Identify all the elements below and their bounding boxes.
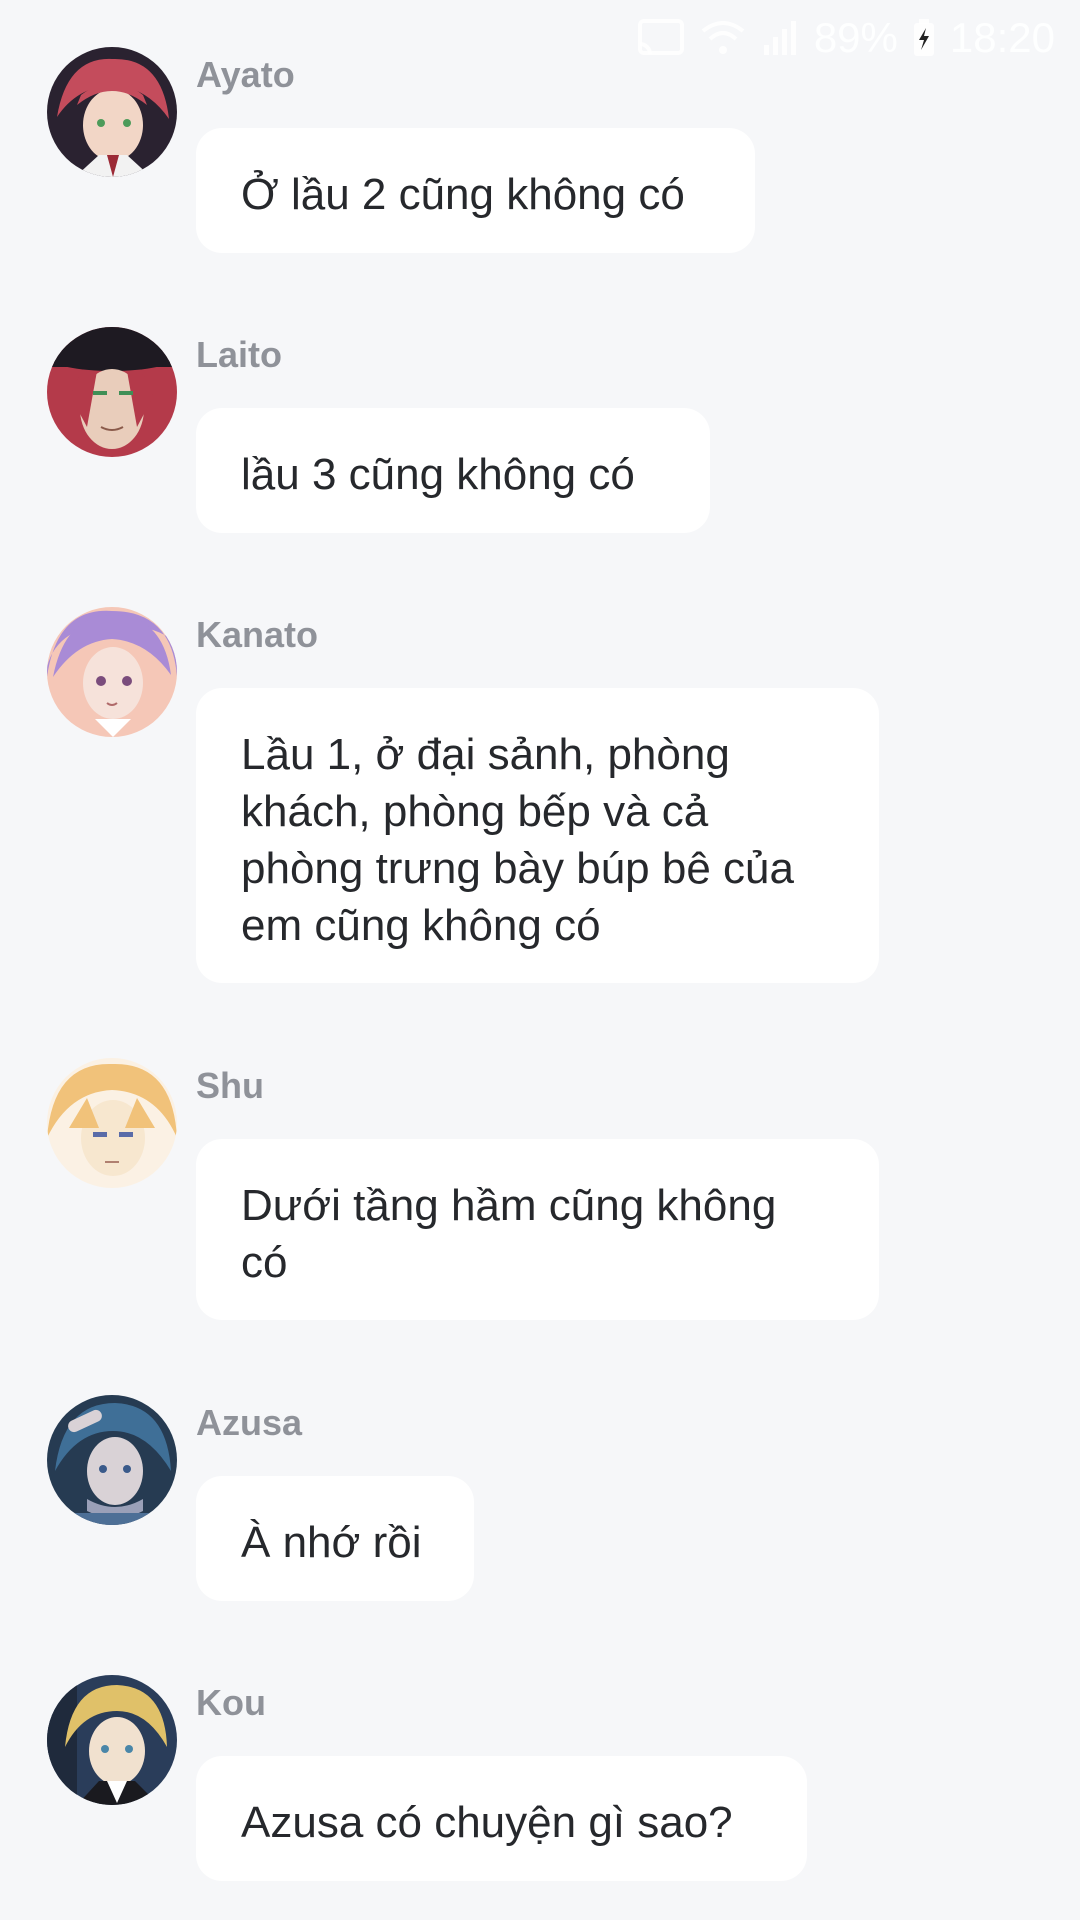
sender-name: Azusa xyxy=(196,1402,303,1443)
message-bubble[interactable]: Dưới tầng hầm cũng không có xyxy=(196,1139,879,1320)
avatar-image xyxy=(47,1058,177,1188)
cast-icon xyxy=(636,18,686,58)
message-bubble[interactable]: Lầu 1, ở đại sảnh, phòng khách, phòng bế… xyxy=(196,688,879,983)
avatar[interactable] xyxy=(47,1058,177,1188)
avatar-image xyxy=(47,47,177,177)
sender-name: Ayato xyxy=(196,54,295,95)
sender-name: Kanato xyxy=(196,614,319,655)
avatar[interactable] xyxy=(47,47,177,177)
status-bar: 89% 18:20 xyxy=(636,0,1080,76)
wifi-icon xyxy=(700,19,746,57)
avatar[interactable] xyxy=(47,327,177,457)
avatar[interactable] xyxy=(47,607,177,737)
sender-name: Kou xyxy=(196,1682,266,1723)
message-bubble[interactable]: lầu 3 cũng không có xyxy=(196,408,710,533)
avatar[interactable] xyxy=(47,1675,177,1805)
avatar[interactable] xyxy=(47,1395,177,1525)
clock: 18:20 xyxy=(949,14,1055,61)
sender-name: Laito xyxy=(196,334,282,375)
avatar-image xyxy=(47,607,177,737)
avatar-image xyxy=(47,1395,177,1525)
avatar-image xyxy=(47,1675,177,1805)
message-bubble[interactable]: Azusa có chuyện gì sao? xyxy=(196,1756,807,1881)
signal-icon xyxy=(760,19,800,57)
battery-icon xyxy=(912,18,936,58)
avatar-image xyxy=(47,327,177,457)
sender-name: Shu xyxy=(196,1065,264,1106)
message-bubble[interactable]: À nhớ rồi xyxy=(196,1476,474,1601)
message-bubble[interactable]: Ở lầu 2 cũng không có xyxy=(196,128,755,253)
battery-percent: 89% xyxy=(813,14,898,61)
